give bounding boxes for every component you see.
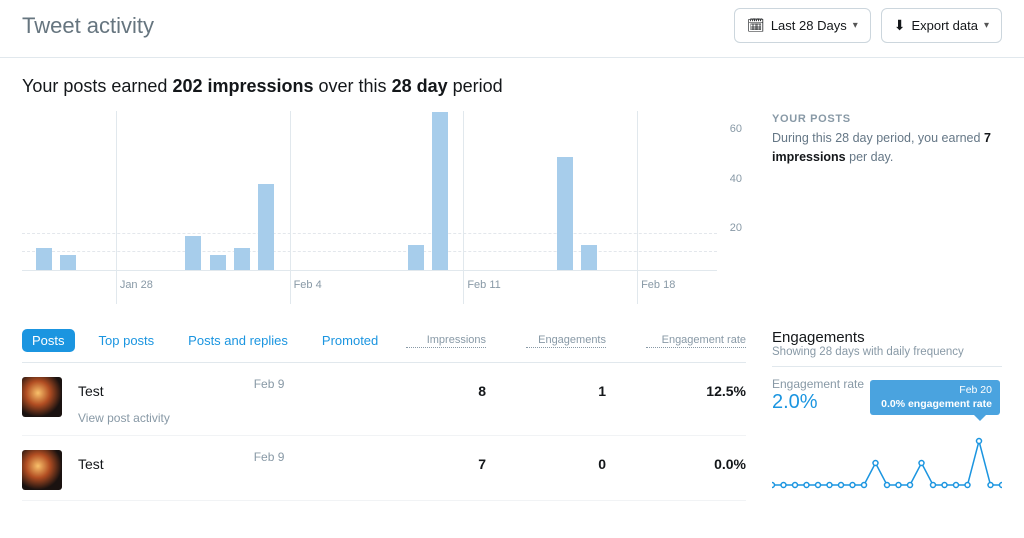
side-heading: YOUR POSTS <box>772 113 1002 125</box>
col-engagements[interactable]: Engagements <box>526 334 606 348</box>
chart-bar[interactable] <box>258 184 274 270</box>
post-title: Test <box>78 456 104 472</box>
side-text: During this 28 day period, you earned 7 … <box>772 129 1002 167</box>
export-label: Export data <box>911 18 978 33</box>
summary-line: Your posts earned 202 impressions over t… <box>22 76 1002 97</box>
col-impressions[interactable]: Impressions <box>406 334 486 348</box>
post-row[interactable]: Test Feb 9 7 0 0.0% <box>22 436 746 501</box>
engagements-subtitle: Showing 28 days with daily frequency <box>772 346 1002 358</box>
sparkline-tooltip: Feb 20 0.0% engagement rate <box>870 380 1000 415</box>
col-engagement-rate[interactable]: Engagement rate <box>646 334 746 348</box>
tab-posts-and-replies[interactable]: Posts and replies <box>178 329 298 352</box>
post-engagement-rate: 12.5% <box>646 383 746 399</box>
tab-promoted[interactable]: Promoted <box>312 329 388 352</box>
engagement-sparkline <box>772 433 1002 493</box>
chart-bar[interactable] <box>408 245 424 270</box>
date-range-button[interactable]: 🗓 Last 28 Days ▾ <box>734 8 871 43</box>
chart-bar[interactable] <box>581 245 597 270</box>
post-engagements: 0 <box>526 456 606 472</box>
post-row[interactable]: Test Feb 9 View post activity8 1 12.5% <box>22 363 746 436</box>
tab-posts[interactable]: Posts <box>22 329 75 352</box>
engagements-title: Engagements <box>772 329 1002 346</box>
tab-top-posts[interactable]: Top posts <box>89 329 165 352</box>
view-post-activity-link[interactable]: View post activity <box>78 411 406 425</box>
date-range-label: Last 28 Days <box>771 18 847 33</box>
engagement-rate-value: 2.0% <box>772 391 818 414</box>
calendar-icon: 🗓 <box>747 17 765 34</box>
impressions-chart: 204060 Jan 28Feb 4Feb 11Feb 18 <box>22 111 742 311</box>
chart-bar[interactable] <box>557 157 573 270</box>
post-thumbnail <box>22 377 62 417</box>
x-axis-label: Feb 18 <box>641 279 675 291</box>
x-axis-label: Feb 11 <box>467 279 500 291</box>
chart-bar[interactable] <box>60 255 76 270</box>
post-date: Feb 9 <box>254 377 285 399</box>
post-impressions: 8 <box>406 383 486 399</box>
post-date: Feb 9 <box>254 450 285 472</box>
x-axis-label: Feb 4 <box>294 279 322 291</box>
chevron-down-icon: ▾ <box>853 20 858 31</box>
chevron-down-icon: ▾ <box>984 20 989 31</box>
post-thumbnail <box>22 450 62 490</box>
chart-bar[interactable] <box>185 236 201 270</box>
download-icon: ⬇ <box>894 17 906 34</box>
page-title: Tweet activity <box>22 13 154 39</box>
export-data-button[interactable]: ⬇ Export data ▾ <box>881 8 1002 43</box>
post-impressions: 7 <box>406 456 486 472</box>
x-axis-label: Jan 28 <box>120 279 153 291</box>
chart-bar[interactable] <box>210 255 226 270</box>
post-title: Test <box>78 383 104 399</box>
chart-bar[interactable] <box>234 248 250 270</box>
post-engagements: 1 <box>526 383 606 399</box>
chart-bar[interactable] <box>432 112 448 270</box>
post-engagement-rate: 0.0% <box>646 456 746 472</box>
chart-bar[interactable] <box>36 248 52 270</box>
